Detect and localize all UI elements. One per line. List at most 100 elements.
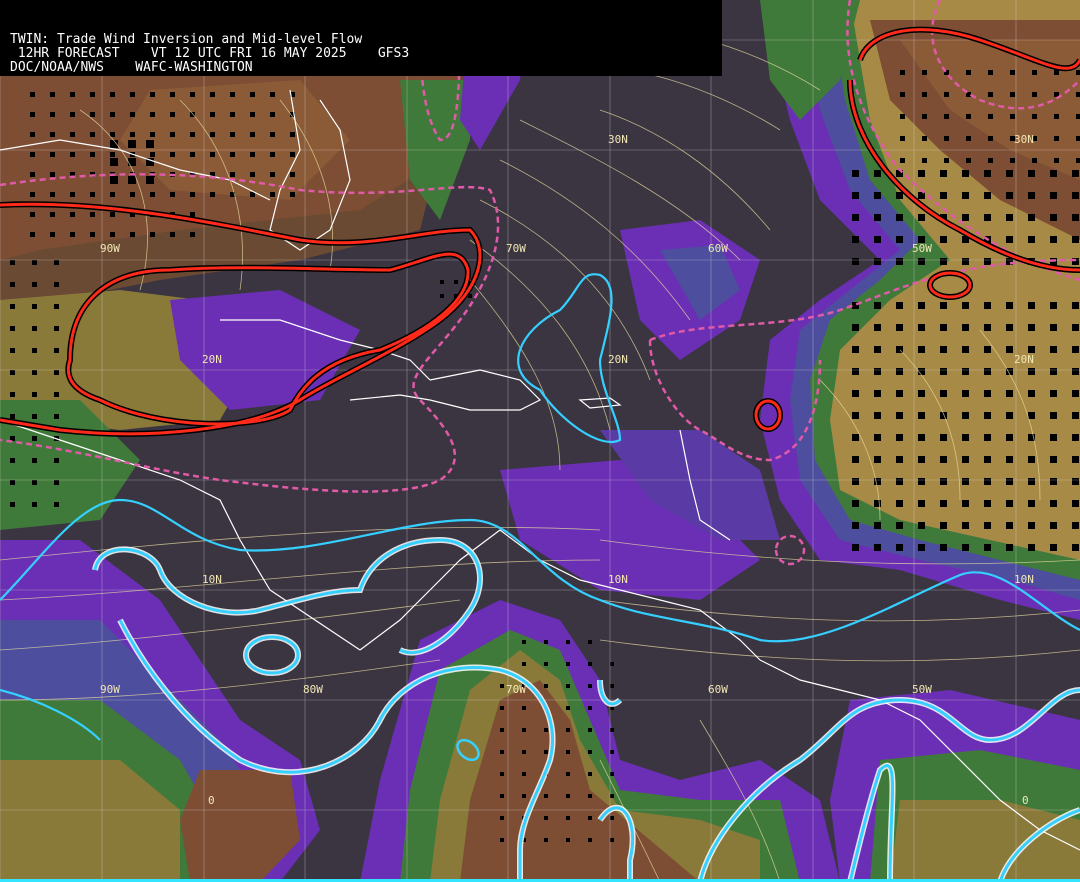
inversion-dot (588, 750, 592, 754)
inversion-dot (966, 158, 971, 163)
inversion-dot (874, 500, 881, 507)
inversion-dot (874, 236, 881, 243)
inversion-dot (610, 728, 614, 732)
inversion-dot (1032, 114, 1037, 119)
inversion-dot (110, 232, 115, 237)
inversion-dot (1028, 500, 1035, 507)
inversion-dot (146, 176, 154, 184)
inversion-dot (30, 112, 35, 117)
inversion-dot (70, 92, 75, 97)
inversion-dot (940, 544, 947, 551)
inversion-dot (852, 346, 859, 353)
inversion-dot (984, 324, 991, 331)
inversion-dot (170, 92, 175, 97)
inversion-dot (30, 192, 35, 197)
inversion-dot (940, 258, 947, 265)
inversion-dot (940, 478, 947, 485)
inversion-dot (544, 728, 548, 732)
inversion-dot (1006, 324, 1013, 331)
inversion-dot (128, 158, 136, 166)
inversion-dot (896, 192, 903, 199)
inversion-dot (852, 478, 859, 485)
inversion-dot (210, 192, 215, 197)
inversion-dot (918, 170, 925, 177)
inversion-dot (984, 258, 991, 265)
inversion-dot (10, 414, 15, 419)
inversion-dot (32, 480, 37, 485)
inversion-dot (610, 750, 614, 754)
title-box: TWIN: Trade Wind Inversion and Mid-level… (0, 0, 722, 76)
inversion-dot (962, 324, 969, 331)
inversion-dot (984, 192, 991, 199)
inversion-dot (1006, 170, 1013, 177)
inversion-dot (210, 92, 215, 97)
inversion-dot (230, 152, 235, 157)
lon-label: 60W (708, 683, 728, 696)
inversion-dot (10, 326, 15, 331)
inversion-dot (1010, 92, 1015, 97)
inversion-dot (230, 172, 235, 177)
forecast-map: 30N 30N 90W 70W 60W 50W 20N 20N 20N 10N … (0, 0, 1080, 882)
inversion-dot (874, 544, 881, 551)
inversion-dot (500, 706, 504, 710)
inversion-dot (500, 794, 504, 798)
inversion-dot (984, 544, 991, 551)
inversion-dot (54, 304, 59, 309)
inversion-dot (130, 232, 135, 237)
inversion-dot (500, 772, 504, 776)
inversion-dot (1050, 368, 1057, 375)
inversion-dot (874, 324, 881, 331)
inversion-dot (852, 412, 859, 419)
forecast-valid-time: 12HR FORECAST VT 12 UTC FRI 16 MAY 2025 … (10, 46, 410, 61)
inversion-dot (1072, 236, 1079, 243)
inversion-dot (522, 662, 526, 666)
inversion-dot (566, 816, 570, 820)
inversion-dot (90, 132, 95, 137)
inversion-dot (1072, 478, 1079, 485)
lat-label: 20N (608, 353, 628, 366)
inversion-dot (522, 772, 526, 776)
inversion-dot (1028, 236, 1035, 243)
inversion-dot (50, 212, 55, 217)
inversion-dot (610, 794, 614, 798)
inversion-dot (500, 838, 504, 842)
inversion-dot (70, 132, 75, 137)
product-title: TWIN: Trade Wind Inversion and Mid-level… (10, 32, 363, 47)
inversion-dot (874, 214, 881, 221)
inversion-dot (988, 158, 993, 163)
inversion-dot (70, 112, 75, 117)
inversion-dot (250, 92, 255, 97)
inversion-dot (70, 192, 75, 197)
inversion-dot (150, 232, 155, 237)
inversion-dot (54, 480, 59, 485)
inversion-dot (896, 544, 903, 551)
inversion-dot (1072, 390, 1079, 397)
inversion-dot (1032, 70, 1037, 75)
inversion-dot (500, 750, 504, 754)
inversion-dot (1028, 390, 1035, 397)
inversion-dot (54, 458, 59, 463)
inversion-dot (566, 728, 570, 732)
inversion-dot (944, 136, 949, 141)
lon-label: 80W (303, 683, 323, 696)
inversion-dot (940, 324, 947, 331)
lat-label: 20N (1014, 353, 1034, 366)
inversion-dot (230, 112, 235, 117)
inversion-dot (110, 192, 115, 197)
inversion-dot (170, 152, 175, 157)
inversion-dot (966, 136, 971, 141)
inversion-dot (1010, 114, 1015, 119)
inversion-dot (130, 132, 135, 137)
inversion-dot (918, 390, 925, 397)
inversion-dot (544, 684, 548, 688)
inversion-dot (250, 152, 255, 157)
inversion-dot (1006, 456, 1013, 463)
inversion-dot (1050, 390, 1057, 397)
inversion-dot (940, 236, 947, 243)
inversion-dot (54, 392, 59, 397)
inversion-dot (70, 152, 75, 157)
inversion-dot (32, 502, 37, 507)
inversion-dot (210, 112, 215, 117)
inversion-dot (32, 304, 37, 309)
inversion-dot (962, 478, 969, 485)
